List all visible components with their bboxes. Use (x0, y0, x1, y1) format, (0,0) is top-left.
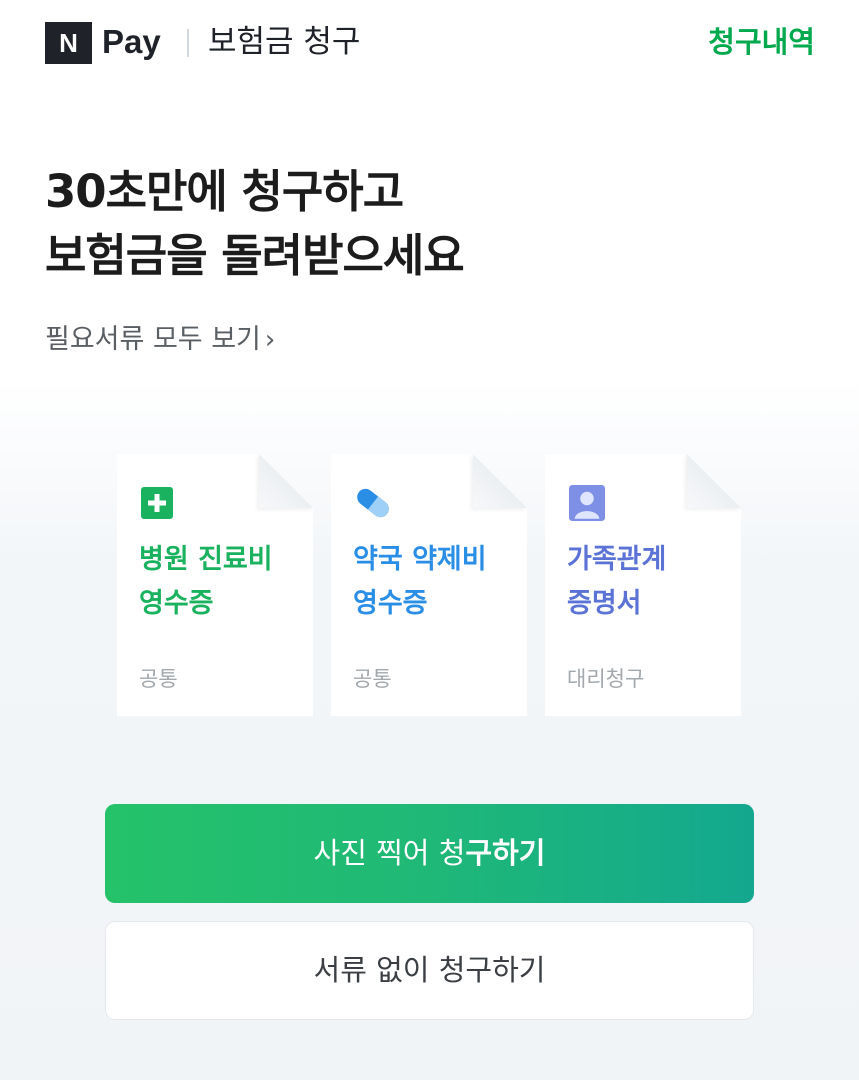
doc-card-title-line1: 병원 진료비 (139, 544, 273, 575)
photo-claim-label: 사진 찍어 청 (313, 836, 466, 870)
page-fold (687, 454, 741, 508)
doc-card-tag: 공통 (353, 667, 392, 691)
view-required-docs-link[interactable]: 필요서류 모두 보기 › (45, 320, 275, 360)
photo-claim-button[interactable]: 사진 찍어 청구하기 (105, 804, 754, 903)
hero-headline: 30초만에 청구하고 보험금을 돌려받으세요 (45, 160, 465, 288)
npay-logo-icon: N (45, 22, 92, 64)
person-id-icon (569, 485, 605, 521)
doc-card-hospital-receipt: 병원 진료비 영수증 공통 (117, 454, 313, 716)
pill-capsule-icon (357, 488, 389, 518)
page-fold (259, 454, 313, 508)
chevron-right-icon: › (264, 325, 276, 355)
document-cards: 병원 진료비 영수증 공통 약국 약제비 영수증 공통 가족관계 증명서 대리청… (117, 454, 747, 716)
doc-card-title-line2: 영수증 (353, 588, 428, 619)
view-required-docs-label: 필요서류 모두 보기 (45, 324, 261, 355)
photo-claim-label-bold: 구하기 (465, 836, 546, 870)
header-divider (187, 29, 189, 57)
page-title: 보험금 청구 (208, 24, 361, 60)
claim-history-link[interactable]: 청구내역 (708, 21, 815, 63)
doc-card-title-line2: 영수증 (139, 588, 214, 619)
doc-card-title: 약국 약제비 영수증 (353, 538, 487, 626)
doc-card-title: 가족관계 증명서 (567, 538, 666, 626)
hero-headline-line2: 보험금을 돌려받으세요 (45, 229, 465, 282)
claim-without-docs-button[interactable]: 서류 없이 청구하기 (105, 921, 754, 1020)
doc-card-title-line1: 약국 약제비 (353, 544, 487, 575)
doc-card-title: 병원 진료비 영수증 (139, 538, 273, 626)
app-header: N Pay 보험금 청구 청구내역 (0, 0, 859, 86)
doc-card-tag: 대리청구 (567, 667, 645, 691)
doc-card-pharmacy-receipt: 약국 약제비 영수증 공통 (331, 454, 527, 716)
doc-card-family-certificate: 가족관계 증명서 대리청구 (545, 454, 741, 716)
hero-headline-line1: 30초만에 청구하고 (45, 165, 404, 218)
hospital-plus-icon (141, 487, 173, 519)
doc-card-title-line1: 가족관계 (567, 544, 667, 575)
brand-name: Pay (102, 23, 161, 60)
page-fold (473, 454, 527, 508)
doc-card-title-line2: 증명서 (567, 588, 642, 619)
doc-card-tag: 공통 (139, 667, 178, 691)
